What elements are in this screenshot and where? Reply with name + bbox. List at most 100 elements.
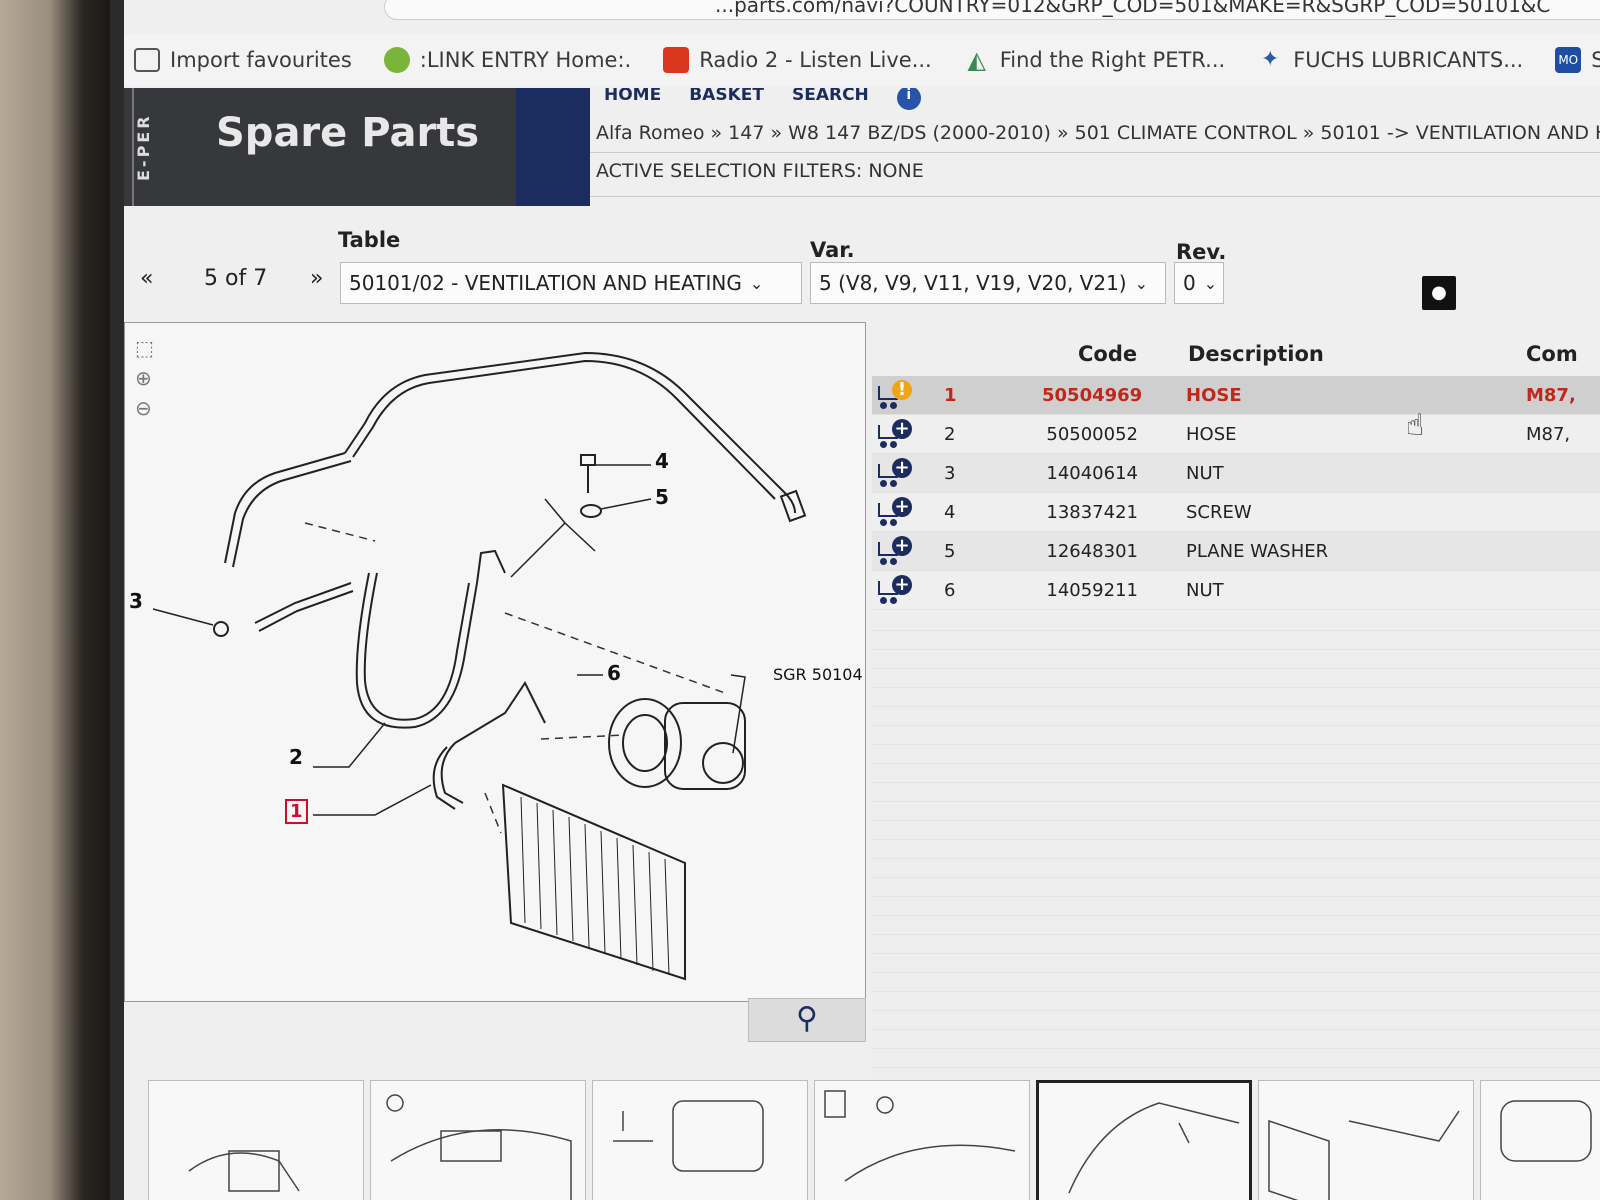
cart-wheel — [890, 558, 897, 565]
nav-home[interactable]: HOME — [604, 88, 661, 104]
bookmark-sign[interactable]: MO Sign — [1555, 47, 1600, 73]
callout-2[interactable]: 2 — [289, 745, 303, 769]
header-accent — [516, 88, 590, 206]
cart-wheel — [880, 402, 887, 409]
row-code[interactable]: 14040614 — [1042, 463, 1138, 484]
exploded-diagram[interactable]: ⬚ ⊕ ⊖ 3 2 1 4 5 6 SGR 50104 — [124, 322, 866, 1002]
bookmark-link-entry[interactable]: :LINK ENTRY Home:. — [383, 47, 631, 73]
cart-wheel — [890, 402, 897, 409]
row-num: 6 — [944, 580, 956, 601]
row-code[interactable]: 50500052 — [1042, 424, 1138, 445]
cart-wheel — [890, 480, 897, 487]
plus-icon: + — [892, 536, 912, 556]
table-empty-area — [872, 612, 1600, 1082]
plus-icon: + — [892, 575, 912, 595]
active-filters: ACTIVE SELECTION FILTERS: NONE — [596, 160, 924, 182]
thumbnail-5-active[interactable] — [1036, 1080, 1252, 1200]
thumbnail-3[interactable] — [592, 1080, 808, 1200]
cart-wheel — [890, 519, 897, 526]
thumbnail-4[interactable] — [814, 1080, 1030, 1200]
prev-page-button[interactable]: « — [140, 266, 153, 291]
callout-3[interactable]: 3 — [129, 589, 143, 613]
diagram-search-button[interactable]: ⚲ — [748, 998, 866, 1042]
add-to-basket-button[interactable]: + — [878, 497, 912, 527]
bookmark-fuchs[interactable]: ✦ FUCHS LUBRICANTS... — [1257, 47, 1523, 73]
thumbnail-drawing — [1068, 1102, 1240, 1194]
var-label: Var. — [810, 238, 855, 262]
rev-select[interactable]: 0 ⌄ — [1174, 262, 1224, 304]
eper-header: E-PER Spare Parts — [124, 88, 590, 206]
thumbnail-drawing — [1268, 1110, 1460, 1200]
add-to-basket-warning-button[interactable]: ! — [878, 380, 912, 410]
divider — [590, 196, 1600, 197]
table-select[interactable]: 50101/02 - VENTILATION AND HEATING ⌄ — [340, 262, 802, 304]
plus-icon: + — [892, 497, 912, 517]
table-header: Code Description Com — [872, 338, 1600, 376]
cart-wheel — [880, 597, 887, 604]
row-description: NUT — [1186, 580, 1224, 601]
table-row[interactable]: + 5 12648301 PLANE WASHER — [872, 532, 1600, 571]
thumbnail-drawing — [824, 1090, 1016, 1182]
thumbnail-1[interactable] — [148, 1080, 364, 1200]
row-num: 4 — [944, 502, 956, 523]
row-code[interactable]: 13837421 — [1042, 502, 1138, 523]
magnifier-icon: ⚲ — [796, 1001, 818, 1036]
info-icon[interactable]: i — [896, 88, 921, 110]
callout-6[interactable]: 6 — [607, 661, 621, 685]
bookmark-find-petrol[interactable]: ◭ Find the Right PETR... — [964, 46, 1226, 74]
chevron-down-icon: ⌄ — [1203, 273, 1218, 293]
table-row[interactable]: + 2 50500052 HOSE M87, — [872, 415, 1600, 454]
rev-select-value: 0 — [1183, 271, 1196, 295]
rev-label: Rev. — [1176, 240, 1227, 264]
hand-cursor-icon: ☝ — [1406, 408, 1425, 443]
divider — [590, 152, 1600, 153]
var-select-value: 5 (V8, V9, V11, V19, V20, V21) — [819, 271, 1127, 295]
bookmark-label: Import favourites — [170, 48, 352, 72]
table-row[interactable]: + 6 14059211 NUT — [872, 571, 1600, 610]
row-code[interactable]: 14059211 — [1042, 580, 1138, 601]
row-code[interactable]: 50504969 — [1042, 385, 1142, 406]
page-title: Spare Parts — [216, 110, 480, 156]
var-select[interactable]: 5 (V8, V9, V11, V19, V20, V21) ⌄ — [810, 262, 1166, 304]
thumbnail-2[interactable] — [370, 1080, 586, 1200]
row-description: HOSE — [1186, 424, 1237, 445]
pin-button[interactable]: ● — [1422, 276, 1456, 310]
cart-wheel — [880, 441, 887, 448]
find-petrol-icon: ◭ — [967, 46, 986, 74]
thumbnail-drawing — [188, 1150, 300, 1192]
thumbnail-drawing — [386, 1094, 572, 1200]
address-bar[interactable]: ...parts.com/navi?COUNTRY=012&GRP_COD=50… — [384, 0, 1600, 20]
row-num: 2 — [944, 424, 956, 445]
cart-wheel — [890, 441, 897, 448]
nav-search[interactable]: SEARCH — [792, 88, 869, 104]
table-label: Table — [338, 228, 401, 252]
add-to-basket-button[interactable]: + — [878, 419, 912, 449]
table-thumbnails — [148, 1080, 1600, 1200]
bookmark-label: Radio 2 - Listen Live... — [699, 48, 932, 72]
thumbnail-6[interactable] — [1258, 1080, 1474, 1200]
table-row[interactable]: ! 1 50504969 HOSE M87, — [872, 376, 1600, 415]
add-to-basket-button[interactable]: + — [878, 536, 912, 566]
row-code[interactable]: 12648301 — [1042, 541, 1138, 562]
nav-basket[interactable]: BASKET — [689, 88, 764, 104]
add-to-basket-button[interactable]: + — [878, 458, 912, 488]
next-page-button[interactable]: » — [310, 266, 323, 291]
callout-4[interactable]: 4 — [655, 449, 669, 473]
bookmark-import-favourites[interactable]: Import favourites — [134, 48, 352, 72]
callout-5[interactable]: 5 — [655, 485, 669, 509]
add-to-basket-button[interactable]: + — [878, 575, 912, 605]
bookmark-label: Find the Right PETR... — [999, 48, 1226, 72]
callout-1-selected[interactable]: 1 — [285, 799, 308, 824]
bookmark-radio-2[interactable]: Radio 2 - Listen Live... — [663, 47, 932, 73]
table-row[interactable]: + 3 14040614 NUT — [872, 454, 1600, 493]
row-com: M87, — [1526, 385, 1576, 406]
cart-wheel — [890, 597, 897, 604]
row-num: 1 — [944, 385, 957, 406]
page-indicator: 5 of 7 — [204, 266, 268, 291]
table-row[interactable]: + 4 13837421 SCREW — [872, 493, 1600, 532]
breadcrumb[interactable]: Alfa Romeo » 147 » W8 147 BZ/DS (2000-20… — [596, 122, 1600, 144]
thumbnail-7[interactable] — [1480, 1080, 1600, 1200]
sgr-reference-link[interactable]: SGR 50104 — [773, 665, 863, 684]
warning-icon: ! — [892, 380, 912, 400]
import-icon — [134, 48, 160, 72]
